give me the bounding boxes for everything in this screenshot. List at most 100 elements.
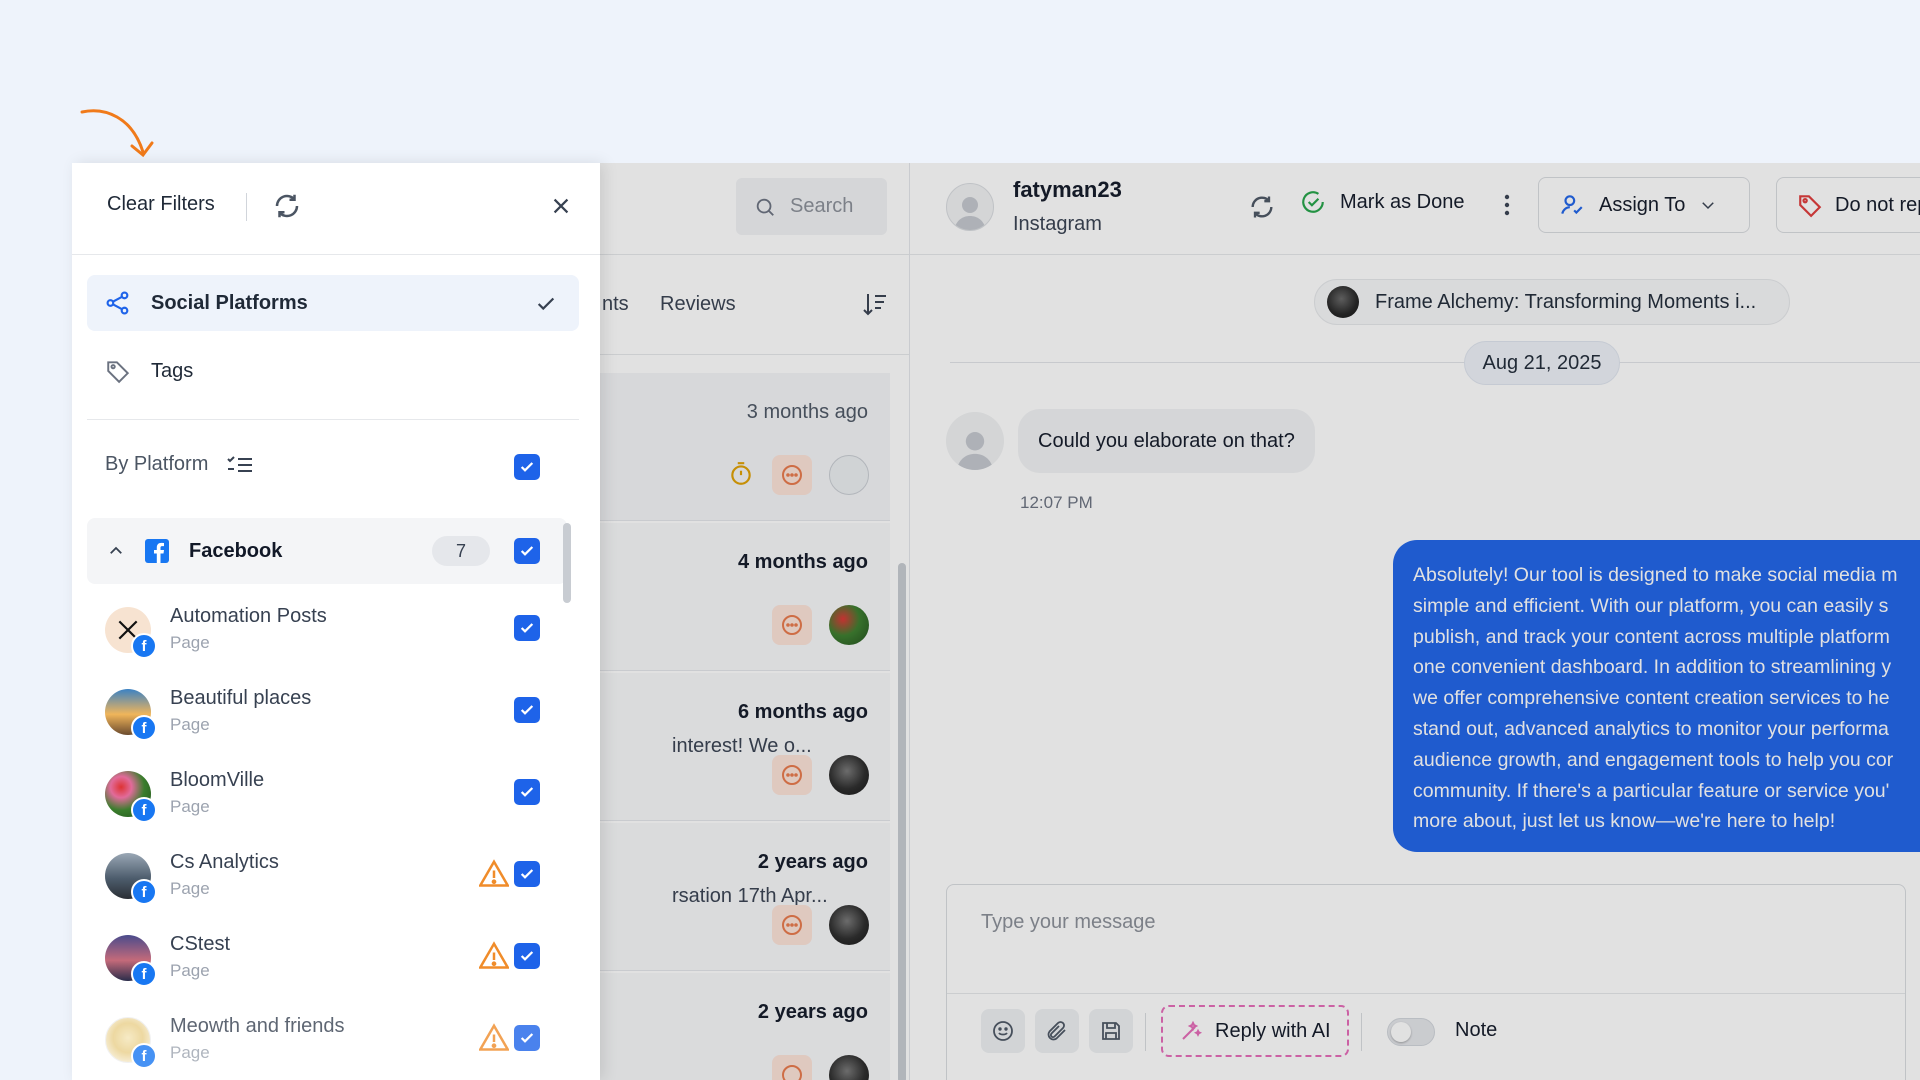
close-icon[interactable] — [550, 195, 572, 217]
refresh-icon[interactable] — [272, 191, 302, 221]
chat-bubble-icon — [782, 465, 802, 485]
incoming-message: Could you elaborate on that? — [1018, 409, 1315, 473]
account-row[interactable]: f Cs Analytics Page — [105, 847, 565, 917]
avatar — [829, 1055, 869, 1080]
header-separator — [246, 193, 247, 221]
account-type: Page — [170, 961, 210, 980]
conversation-time: 3 months ago — [746, 401, 868, 423]
facebook-badge-icon: f — [131, 715, 157, 741]
panel-scrollbar[interactable] — [563, 523, 571, 603]
checklist-icon[interactable] — [226, 454, 254, 476]
search-placeholder: Search — [790, 195, 854, 217]
message-input[interactable]: Type your message — [981, 911, 1156, 934]
emoji-button[interactable] — [981, 1009, 1025, 1053]
user-silhouette-icon — [956, 432, 994, 470]
account-checkbox[interactable] — [514, 779, 540, 805]
chevron-up-icon[interactable] — [107, 542, 125, 560]
user-silhouette-icon — [954, 197, 986, 230]
tag-icon — [1799, 195, 1822, 218]
contact-avatar — [946, 183, 994, 231]
do-not-reply-button[interactable]: Do not rep — [1776, 177, 1920, 233]
comment-badge — [772, 1055, 812, 1080]
filter-panel: Clear Filters Social Platforms Tags By P… — [72, 163, 600, 1080]
sort-icon[interactable] — [862, 291, 888, 317]
post-reference-chip[interactable]: Frame Alchemy: Transforming Moments i... — [1314, 279, 1790, 325]
by-platform-select-all-checkbox[interactable] — [514, 454, 540, 480]
account-name: Meowth and friends — [170, 1015, 345, 1037]
filter-panel-header: Clear Filters — [72, 163, 600, 255]
reply-with-ai-button[interactable]: Reply with AI — [1161, 1005, 1349, 1057]
share-icon — [106, 291, 129, 315]
search-input[interactable]: Search — [736, 178, 887, 235]
account-row[interactable]: f Meowth and friends Page — [105, 1011, 565, 1080]
facebook-account-count: 7 — [432, 536, 490, 566]
account-checkbox[interactable] — [514, 861, 540, 887]
comment-badge — [772, 905, 812, 945]
checkmark-icon — [520, 951, 534, 961]
account-row[interactable]: f Automation Posts Page — [105, 601, 565, 671]
clear-filters-button[interactable]: Clear Filters — [107, 193, 215, 216]
nav-tags[interactable]: Tags — [87, 343, 579, 399]
account-row[interactable]: f Beautiful places Page — [105, 683, 565, 753]
timer-icon — [731, 462, 751, 485]
warning-icon[interactable] — [479, 859, 509, 887]
chevron-down-icon — [1702, 202, 1715, 210]
user-assign-icon — [1561, 195, 1583, 215]
checkmark-icon — [520, 1033, 534, 1043]
nav-social-platforms[interactable]: Social Platforms — [87, 275, 579, 331]
magic-wand-icon — [1182, 1020, 1203, 1040]
facebook-badge-icon: f — [131, 1043, 157, 1069]
toolbar-separator — [1361, 1013, 1362, 1051]
account-type: Page — [170, 633, 210, 652]
account-checkbox[interactable] — [514, 697, 540, 723]
facebook-badge-icon: f — [131, 633, 157, 659]
facebook-badge-icon: f — [131, 879, 157, 905]
facebook-group[interactable]: Facebook 7 — [87, 518, 567, 584]
account-checkbox[interactable] — [514, 1025, 540, 1051]
paperclip-icon — [1047, 1021, 1066, 1041]
account-checkbox[interactable] — [514, 943, 540, 969]
tab-reviews[interactable]: Reviews — [660, 293, 736, 316]
tab-comments[interactable]: nts — [602, 293, 629, 316]
account-row[interactable]: f CStest Page — [105, 929, 565, 999]
checkmark-icon — [520, 623, 534, 633]
refresh-icon[interactable] — [1248, 193, 1276, 221]
emoji-icon — [993, 1021, 1013, 1041]
assign-to-button[interactable]: Assign To — [1538, 177, 1750, 233]
more-vertical-icon[interactable] — [1503, 193, 1511, 217]
checkmark-icon — [537, 297, 555, 311]
attach-button[interactable] — [1035, 1009, 1079, 1053]
account-checkbox[interactable] — [514, 615, 540, 641]
chat-bubble-icon — [782, 915, 802, 935]
warning-icon[interactable] — [479, 1023, 509, 1051]
nav-label: Tags — [151, 359, 194, 382]
composer-divider — [947, 993, 1905, 994]
nav-label: Social Platforms — [151, 291, 308, 314]
facebook-group-checkbox[interactable] — [514, 538, 540, 564]
save-template-button[interactable] — [1089, 1009, 1133, 1053]
contact-platform: Instagram — [1013, 213, 1102, 235]
comment-badge — [772, 605, 812, 645]
by-platform-section: By Platform — [105, 453, 254, 476]
search-icon — [756, 198, 774, 216]
checkmark-icon — [520, 462, 534, 472]
thread-header: fatyman23 Instagram Mark as Done Assign … — [910, 163, 1920, 255]
list-scrollbar[interactable] — [898, 563, 906, 1080]
warning-icon[interactable] — [479, 941, 509, 969]
facebook-badge-icon: f — [131, 961, 157, 987]
assign-to-label: Assign To — [1599, 193, 1686, 216]
do-not-reply-label: Do not rep — [1835, 193, 1920, 216]
conversation-time: 2 years ago — [757, 1001, 868, 1023]
account-type: Page — [170, 797, 210, 816]
account-name: BloomVille — [170, 769, 265, 791]
mark-as-done-button[interactable]: Mark as Done — [1300, 189, 1465, 215]
account-row[interactable]: f BloomVille Page — [105, 765, 565, 835]
chat-bubble-icon — [782, 765, 802, 785]
note-toggle[interactable] — [1387, 1018, 1435, 1046]
note-label: Note — [1455, 1019, 1498, 1041]
conversation-time: 6 months ago — [737, 701, 868, 723]
checkmark-icon — [520, 546, 534, 556]
avatar — [829, 455, 869, 495]
by-platform-label: By Platform — [105, 453, 209, 475]
facebook-group-name: Facebook — [189, 540, 283, 562]
